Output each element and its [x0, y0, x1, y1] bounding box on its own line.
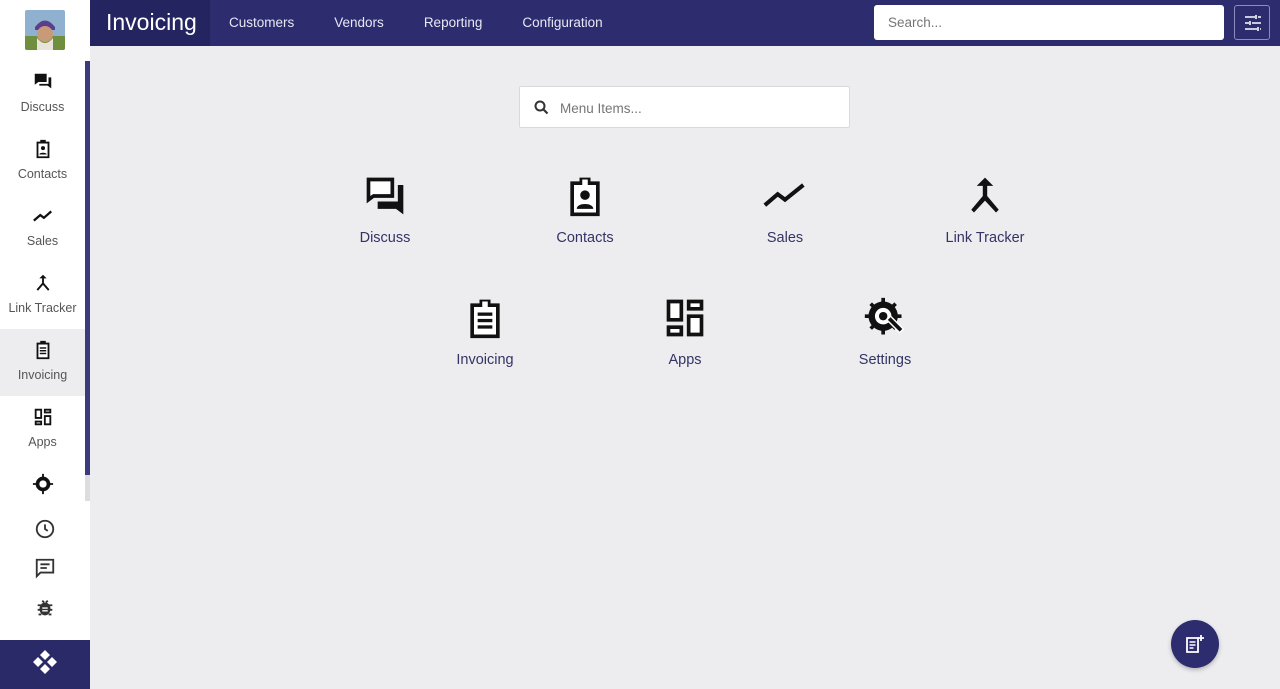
sidebar-item-sales[interactable]: Sales [0, 195, 85, 262]
app-label: Invoicing [456, 352, 514, 368]
chat-icon [366, 177, 404, 215]
dashboard-grid-icon [34, 408, 52, 426]
note-add-icon [1186, 635, 1204, 653]
app-sidebar: Discuss Contacts Sales Link Tracker Invo… [0, 0, 90, 689]
sidebar-item-label: Contacts [17, 167, 68, 181]
clipboard-list-icon [470, 299, 500, 339]
chat-icon [34, 73, 52, 89]
contact-badge-icon [570, 177, 600, 217]
sidebar-item-link-tracker[interactable]: Link Tracker [0, 262, 85, 329]
sidebar-item-label: Invoicing [17, 368, 68, 382]
top-menu: Customers Vendors Reporting Configuratio… [229, 0, 643, 46]
app-tile-apps[interactable]: Apps [625, 296, 745, 386]
app-tile-sales[interactable]: Sales [725, 174, 845, 264]
clipboard-list-icon [36, 340, 50, 360]
merge-arrow-icon [971, 177, 999, 213]
menu-reporting[interactable]: Reporting [424, 0, 483, 46]
sidebar-item-label: Apps [28, 435, 57, 449]
global-search-input[interactable] [874, 5, 1224, 40]
contact-badge-icon [36, 139, 50, 159]
trend-line-icon [33, 210, 53, 222]
sidebar-item-invoicing[interactable]: Invoicing [0, 329, 85, 396]
app-label: Link Tracker [945, 230, 1025, 246]
sidebar-item-apps[interactable]: Apps [0, 396, 85, 463]
sidebar-item-label: Discuss [20, 100, 65, 114]
app-label: Sales [766, 230, 804, 246]
search-icon [534, 100, 549, 115]
gear-wrench-icon [864, 297, 905, 335]
app-label: Settings [858, 352, 912, 368]
sliders-icon [1245, 15, 1261, 31]
menu-customers[interactable]: Customers [229, 0, 294, 46]
gear-wrench-icon [32, 473, 54, 495]
new-note-button[interactable] [1171, 620, 1219, 668]
sidebar-item-label: Link Tracker [8, 301, 77, 315]
app-tile-contacts[interactable]: Contacts [525, 174, 645, 264]
sidebar-item-contacts[interactable]: Contacts [0, 128, 85, 195]
bug-icon[interactable] [34, 597, 56, 619]
sidebar-item-discuss[interactable]: Discuss [0, 61, 85, 128]
sidebar-item-settings[interactable] [0, 463, 85, 501]
app-label: Discuss [359, 230, 411, 246]
options-button[interactable] [1234, 5, 1270, 40]
app-tile-discuss[interactable]: Discuss [325, 174, 445, 264]
message-icon[interactable] [34, 557, 56, 579]
app-title[interactable]: Invoicing [90, 0, 210, 46]
trend-line-icon [763, 183, 805, 207]
home-menu-button[interactable] [0, 640, 90, 689]
clock-icon[interactable] [34, 518, 56, 540]
dashboard-grid-icon [666, 299, 704, 337]
top-navbar: Invoicing Customers Vendors Reporting Co… [90, 0, 1280, 46]
menu-items-input[interactable] [560, 97, 840, 119]
sidebar-item-label: Sales [26, 234, 59, 248]
app-tile-invoicing[interactable]: Invoicing [425, 296, 545, 386]
menu-configuration[interactable]: Configuration [522, 0, 602, 46]
app-tile-settings[interactable]: Settings [825, 296, 945, 386]
sidebar-scrollbar[interactable] [85, 61, 90, 475]
merge-arrow-icon [36, 274, 50, 291]
app-label: Apps [668, 352, 702, 368]
menu-vendors[interactable]: Vendors [334, 0, 384, 46]
sidebar-scrollbar-track[interactable] [85, 475, 90, 501]
menu-items-search [519, 86, 850, 128]
app-label: Contacts [556, 230, 614, 246]
app-tile-link-tracker[interactable]: Link Tracker [925, 174, 1045, 264]
user-avatar[interactable] [25, 10, 65, 50]
apps-diamond-icon [33, 650, 57, 674]
